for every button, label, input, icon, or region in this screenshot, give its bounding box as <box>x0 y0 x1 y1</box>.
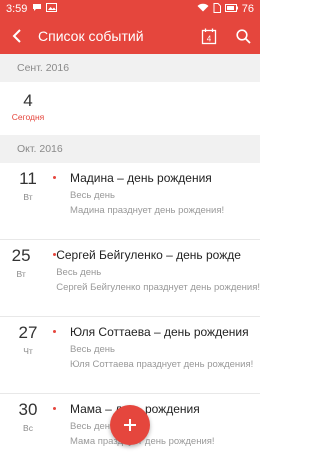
back-button[interactable] <box>0 18 34 54</box>
search-button[interactable] <box>226 18 260 54</box>
event-row[interactable]: 11 Вт Мадина – день рождения Весь день М… <box>0 163 260 239</box>
add-event-button[interactable] <box>110 405 150 445</box>
event-time: Весь день <box>70 421 115 432</box>
sim-icon <box>213 2 221 16</box>
event-row[interactable]: 25 Вт Сергей Бейгуленко – день рожде Вес… <box>0 240 260 316</box>
today-day: 4 <box>23 91 33 110</box>
event-list[interactable]: Сент. 2016 4 Сегодня Окт. 2016 11 Вт Мад… <box>0 54 260 462</box>
battery-icon <box>224 3 238 15</box>
event-day: 27 <box>18 323 38 342</box>
search-icon <box>235 28 251 44</box>
page-title: Список событий <box>38 28 144 44</box>
event-title: Мадина – день рождения <box>70 171 212 185</box>
event-description: Мама празднует день рождения! <box>70 436 215 447</box>
event-title: Мама – день рождения <box>70 402 200 416</box>
app-bar: Список событий 4 <box>0 18 260 54</box>
event-dot <box>53 176 56 179</box>
month-header: Окт. 2016 <box>0 135 260 163</box>
event-weekday: Чт <box>23 346 33 356</box>
event-weekday: Вт <box>23 192 33 202</box>
event-time: Весь день <box>70 344 115 355</box>
today-calendar-button[interactable]: 4 <box>192 18 226 54</box>
event-title: Сергей Бейгуленко – день рожде <box>56 248 241 262</box>
event-description: Юля Соттаева празднует день рождения! <box>70 359 254 370</box>
event-title: Юля Соттаева – день рождения <box>70 325 249 339</box>
event-day: 25 <box>11 246 31 265</box>
event-weekday: Вс <box>23 423 33 433</box>
month-header: Сент. 2016 <box>0 54 260 82</box>
image-icon <box>46 3 58 15</box>
event-description: Сергей Бейгуленко празднует день рождени… <box>56 282 260 293</box>
event-dot <box>53 330 56 333</box>
battery-level: 76 <box>241 3 254 15</box>
event-time: Весь день <box>56 267 102 278</box>
event-day: 30 <box>18 400 38 419</box>
event-dot <box>53 253 56 256</box>
event-row[interactable]: 27 Чт Юля Соттаева – день рождения Весь … <box>0 317 260 393</box>
event-dot <box>53 407 56 410</box>
event-description: Мадина празднует день рождения! <box>70 205 225 216</box>
calendar-icon: 4 <box>201 28 217 44</box>
event-day: 11 <box>19 169 37 188</box>
status-time: 3:59 <box>6 3 28 15</box>
chevron-left-icon <box>12 29 21 43</box>
status-bar: 3:59 76 <box>0 0 260 18</box>
event-time: Весь день <box>70 190 115 201</box>
calendar-day: 4 <box>207 34 212 43</box>
event-weekday: Вт <box>16 269 26 279</box>
today-label: Сегодня <box>11 112 45 122</box>
message-icon <box>32 3 42 15</box>
wifi-icon <box>197 3 209 15</box>
plus-icon <box>124 419 136 431</box>
today-row[interactable]: 4 Сегодня <box>0 82 260 135</box>
